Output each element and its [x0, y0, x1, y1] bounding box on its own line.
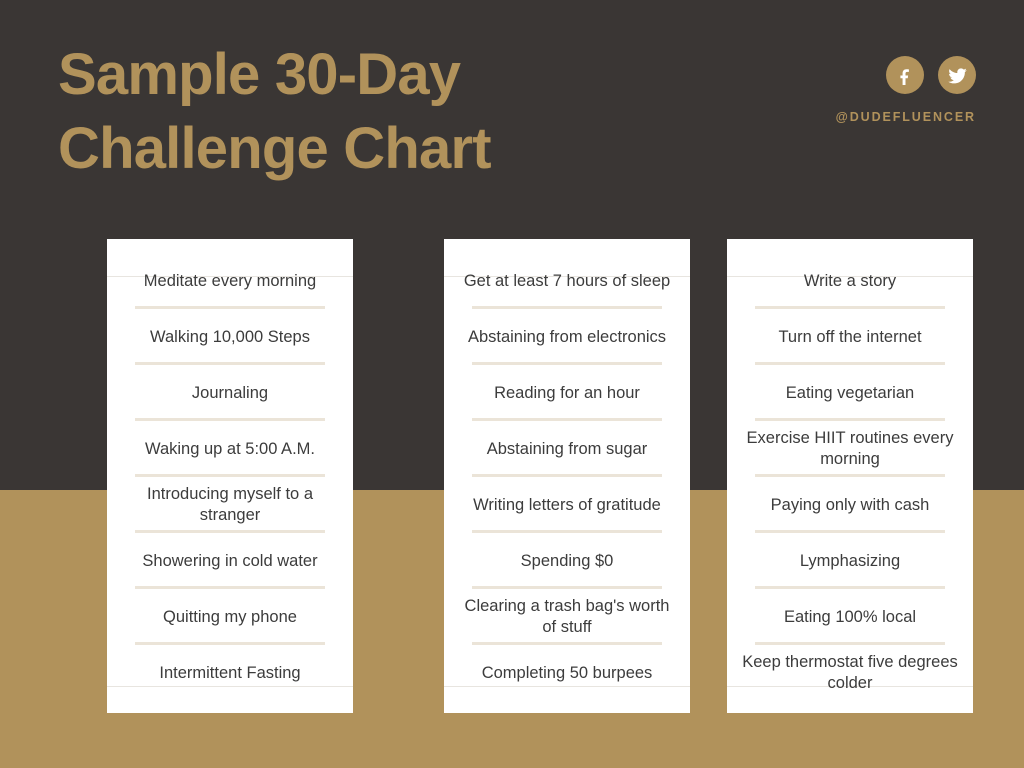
list-item[interactable]: Waking up at 5:00 A.M. — [107, 421, 353, 477]
list-item[interactable]: Keep thermostat five degrees colder — [727, 645, 973, 701]
list-item-label: Get at least 7 hours of sleep — [463, 271, 671, 290]
list-item-label: Lymphasizing — [799, 551, 901, 570]
list-item-label: Eating vegetarian — [785, 383, 915, 402]
social-handle: @DUDEFLUENCER — [835, 110, 976, 124]
list-item-label: Writing letters of gratitude — [473, 495, 661, 514]
challenge-card-column-3: Write a story Turn off the internet Eati… — [727, 239, 973, 713]
list-item[interactable]: Write a story — [727, 253, 973, 309]
list-item-label: Clearing a trash bag's worth of stuff — [464, 597, 670, 636]
list-item[interactable]: Get at least 7 hours of sleep — [444, 253, 690, 309]
list-item-label: Waking up at 5:00 A.M. — [145, 439, 315, 458]
list-item-label: Keep thermostat five degrees colder — [742, 653, 958, 692]
list-item[interactable]: Lymphasizing — [727, 533, 973, 589]
list-item-label: Journaling — [191, 383, 269, 402]
slide-canvas: Sample 30-Day Challenge Chart @DUDEFLUEN… — [0, 0, 1024, 768]
list-item-label: Spending $0 — [520, 551, 614, 570]
list-item-label: Abstaining from electronics — [467, 327, 667, 346]
list-item[interactable]: Abstaining from sugar — [444, 421, 690, 477]
list-item-label: Meditate every morning — [143, 271, 317, 290]
social-block: @DUDEFLUENCER — [766, 56, 976, 124]
list-item-label: Reading for an hour — [494, 383, 640, 402]
list-item-label: Quitting my phone — [163, 607, 297, 626]
list-item[interactable]: Exercise HIIT routines every morning — [727, 421, 973, 477]
list-item-label: Write a story — [803, 271, 897, 290]
list-item-label: Turn off the internet — [778, 327, 922, 346]
twitter-icon[interactable] — [938, 56, 976, 94]
page-title: Sample 30-Day Challenge Chart — [58, 42, 492, 181]
list-item[interactable]: Paying only with cash — [727, 477, 973, 533]
challenge-list: Write a story Turn off the internet Eati… — [727, 239, 973, 701]
list-item-label: Exercise HIIT routines every morning — [746, 429, 954, 468]
list-item[interactable]: Eating 100% local — [727, 589, 973, 645]
list-item[interactable]: Turn off the internet — [727, 309, 973, 365]
list-item-label: Paying only with cash — [770, 495, 930, 514]
list-item-label: Intermittent Fasting — [159, 663, 301, 682]
challenge-card-column-2: Get at least 7 hours of sleep Abstaining… — [444, 239, 690, 713]
list-item[interactable]: Spending $0 — [444, 533, 690, 589]
list-item[interactable]: Journaling — [107, 365, 353, 421]
challenge-card-column-1: Meditate every morning Walking 10,000 St… — [107, 239, 353, 713]
list-item-label: Eating 100% local — [783, 607, 917, 626]
list-item-label: Introducing myself to a stranger — [147, 485, 313, 524]
list-item[interactable]: Intermittent Fasting — [107, 645, 353, 701]
list-item-label: Completing 50 burpees — [481, 663, 653, 682]
facebook-icon[interactable] — [886, 56, 924, 94]
challenge-list: Get at least 7 hours of sleep Abstaining… — [444, 239, 690, 701]
list-item[interactable]: Eating vegetarian — [727, 365, 973, 421]
list-item-label: Walking 10,000 Steps — [150, 327, 310, 346]
list-item[interactable]: Introducing myself to a stranger — [107, 477, 353, 533]
list-item[interactable]: Reading for an hour — [444, 365, 690, 421]
list-item-label: Abstaining from sugar — [486, 439, 648, 458]
list-item[interactable]: Meditate every morning — [107, 253, 353, 309]
list-item-label: Showering in cold water — [142, 551, 318, 570]
list-item[interactable]: Abstaining from electronics — [444, 309, 690, 365]
list-item[interactable]: Writing letters of gratitude — [444, 477, 690, 533]
social-icon-row — [766, 56, 976, 94]
list-item[interactable]: Completing 50 burpees — [444, 645, 690, 701]
list-item[interactable]: Walking 10,000 Steps — [107, 309, 353, 365]
list-item[interactable]: Clearing a trash bag's worth of stuff — [444, 589, 690, 645]
list-item[interactable]: Showering in cold water — [107, 533, 353, 589]
challenge-list: Meditate every morning Walking 10,000 St… — [107, 239, 353, 701]
list-item[interactable]: Quitting my phone — [107, 589, 353, 645]
